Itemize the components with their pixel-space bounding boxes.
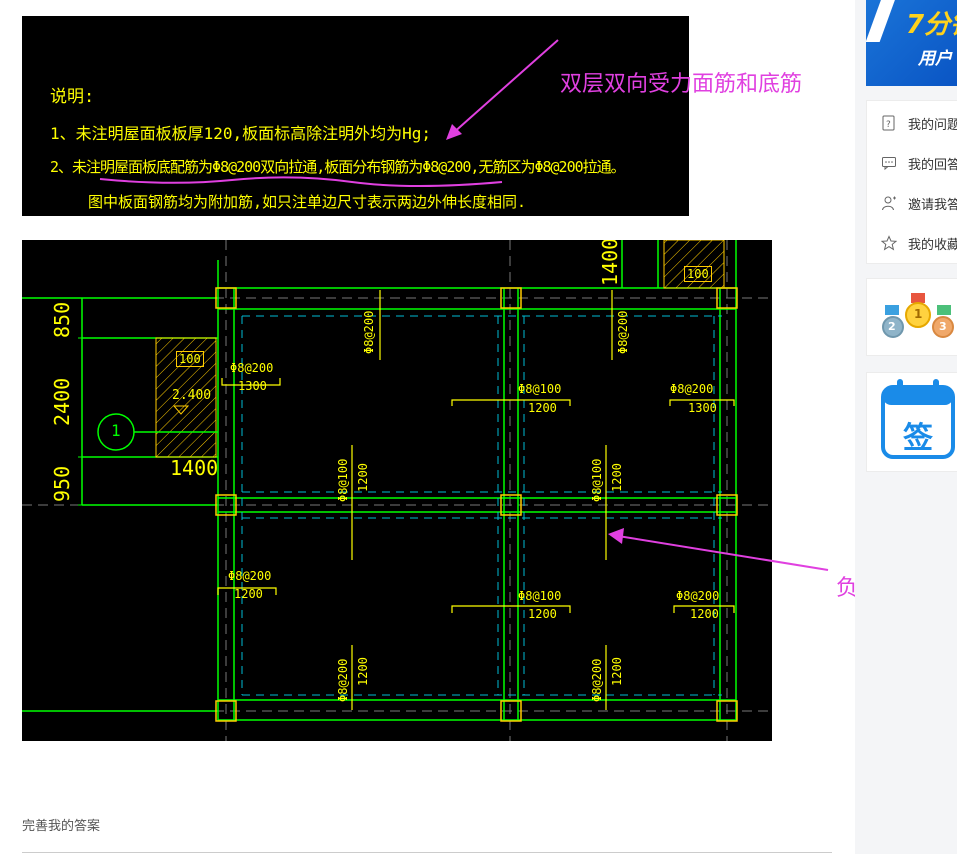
sign-in-label: 签 (903, 421, 933, 456)
annotation-arrows (446, 39, 829, 571)
banner-title: 7分钟 (906, 10, 957, 40)
medal-gold: 1 (914, 307, 923, 321)
star-icon (881, 235, 897, 251)
menu-label: 我的问题 (908, 117, 957, 133)
menu-label: 邀请我答 (908, 197, 957, 213)
chat-icon (882, 157, 896, 171)
menu-label: 我的收藏 (908, 237, 957, 253)
medals-icon (882, 293, 954, 338)
svg-text:?: ? (886, 120, 891, 130)
menu-invited[interactable]: 邀请我答 (881, 193, 957, 213)
menu-my-questions[interactable]: ? 我的问题 (881, 113, 957, 133)
menu-favorites[interactable]: 我的收藏 (881, 233, 957, 253)
medal-bronze: 3 (939, 320, 947, 333)
improve-answer-link[interactable]: 完善我的答案 (22, 815, 100, 834)
main-column: 说明: 1、未注明屋面板板厚120,板面标高除注明外均为Hg; 2、未注明屋面板… (0, 0, 880, 854)
banner-subtitle: 用户 (918, 49, 952, 69)
menu-label: 我的回答 (908, 157, 957, 173)
banner-logo-mark (866, 0, 897, 42)
menu-my-answers[interactable]: 我的回答 (881, 153, 957, 173)
question-doc-icon: ? (882, 115, 895, 131)
promo-banner[interactable]: 7分钟 用户 (866, 0, 957, 86)
user-menu-card: ? 我的问题 我的回答 邀请我答 我的收藏 (866, 100, 957, 264)
answer-divider (22, 852, 832, 853)
sign-in-card[interactable]: 签 (866, 372, 957, 472)
annotation-top: 双层双向受力面筋和底筋 (560, 72, 803, 97)
medal-silver: 2 (888, 320, 896, 333)
medal-card[interactable]: 2 1 3 (866, 278, 957, 356)
add-user-icon (882, 196, 896, 211)
